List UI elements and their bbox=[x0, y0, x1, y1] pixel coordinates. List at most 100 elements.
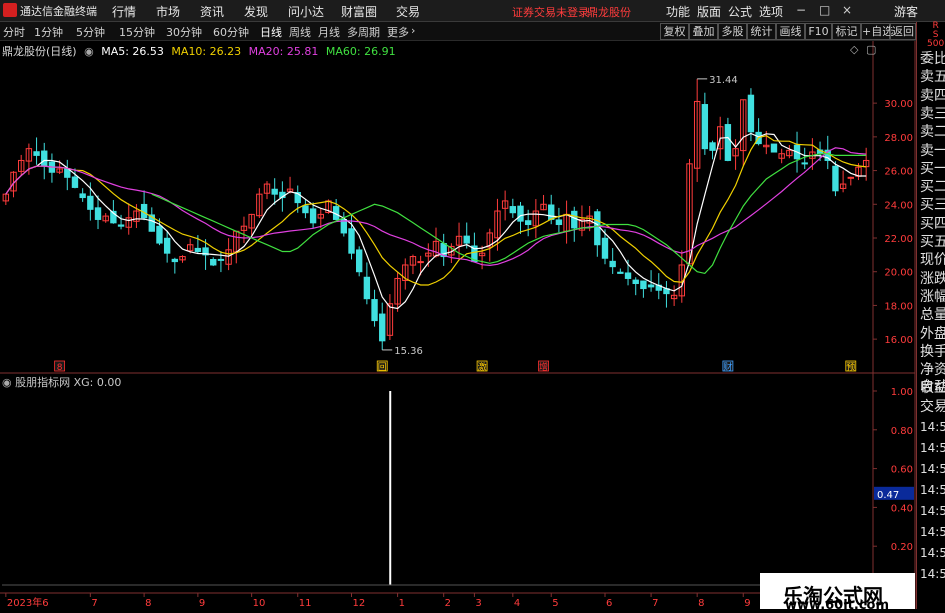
candle-body bbox=[832, 165, 839, 192]
candle-body bbox=[571, 210, 578, 229]
tick-time: 14:56 bbox=[920, 420, 945, 434]
tick-time: 14:56 bbox=[920, 567, 945, 581]
login-notice[interactable]: 证券交易未登录 bbox=[512, 4, 589, 20]
candle-body bbox=[94, 207, 102, 220]
menu-options[interactable]: 选项 bbox=[759, 3, 783, 20]
menu-market[interactable]: 市场 bbox=[156, 3, 180, 20]
overlay-button[interactable]: 叠加 bbox=[689, 23, 718, 40]
menu-wealth-circle[interactable]: 财富圈 bbox=[341, 3, 377, 20]
chart-grid bbox=[0, 41, 916, 609]
maximize-icon[interactable]: □ bbox=[819, 3, 830, 17]
indicator-value: XG: 0.00 bbox=[73, 376, 122, 389]
menu-trade[interactable]: 交易 bbox=[396, 3, 420, 20]
period-1min[interactable]: 1分钟 bbox=[34, 24, 63, 40]
period-30min[interactable]: 30分钟 bbox=[166, 24, 202, 40]
candle-body bbox=[517, 205, 524, 222]
ma-legend: 鼎龙股份(日线) ◉ MA5: 26.53 MA10: 26.23 MA20: … bbox=[2, 43, 400, 59]
multi-stock-button[interactable]: 多股 bbox=[718, 23, 747, 40]
menu-functions[interactable]: 功能 bbox=[666, 3, 690, 20]
period-timeshare[interactable]: 分时 bbox=[3, 24, 25, 40]
watermark-url: www.60lt.com bbox=[785, 598, 890, 613]
tick-time: 14:56 bbox=[920, 525, 945, 539]
period-15min[interactable]: 15分钟 bbox=[119, 24, 155, 40]
menu-news[interactable]: 资讯 bbox=[200, 3, 224, 20]
add-watchlist-button[interactable]: +自选 bbox=[861, 23, 893, 40]
mark-button[interactable]: 标记 bbox=[832, 23, 861, 40]
order-field-12: 涨跌 bbox=[920, 270, 945, 287]
candle-body bbox=[210, 259, 217, 266]
indicator-legend: ◉ 股朋指标网 XG: 0.00 bbox=[2, 374, 121, 390]
period-daily[interactable]: 日线 bbox=[260, 24, 282, 40]
statistics-button[interactable]: 统计 bbox=[747, 23, 776, 40]
candle-body bbox=[348, 228, 355, 254]
menu-formula[interactable]: 公式 bbox=[728, 3, 752, 20]
order-book-panel: 委比 卖五 卖四 卖三 卖二 卖一 买一 买二 买三 买四 买五 现价 涨跌 涨幅 总量 外盘 换手 净资 收益 自动… bbox=[916, 22, 945, 609]
auto-trade-label[interactable]: 交易 bbox=[920, 396, 945, 416]
candle-body bbox=[302, 205, 309, 214]
period-weekly[interactable]: 周线 bbox=[289, 24, 311, 40]
order-field-3: 卖三 bbox=[920, 105, 945, 122]
chevron-right-icon[interactable]: › bbox=[411, 24, 415, 37]
stock-name[interactable]: 鼎龙股份(日线) bbox=[2, 45, 77, 58]
candle-body bbox=[363, 276, 371, 300]
order-field-11: 现价 bbox=[920, 252, 945, 269]
f10-button[interactable]: F10 bbox=[805, 23, 832, 40]
draw-line-button[interactable]: 画线 bbox=[776, 23, 805, 40]
candle-body bbox=[640, 280, 647, 290]
diamond-icon[interactable]: ◇ bbox=[850, 43, 858, 56]
candle-body bbox=[117, 224, 125, 227]
order-field-5: 卖一 bbox=[920, 142, 945, 159]
price-tick-label: 30.00 bbox=[884, 99, 913, 110]
indicator-panel bbox=[2, 391, 870, 586]
price-tick-label: 26.00 bbox=[884, 167, 913, 178]
order-field-14: 总量 bbox=[920, 307, 945, 324]
candle-body bbox=[163, 237, 171, 254]
order-field-0: 委比 bbox=[920, 51, 945, 67]
order-field-13: 涨幅 bbox=[920, 288, 945, 305]
low-label: 15.36 bbox=[394, 346, 423, 357]
menu-ask-xiaoda[interactable]: 问小达 bbox=[288, 3, 324, 20]
candle-body bbox=[79, 193, 86, 199]
date-label: 12 bbox=[353, 598, 366, 609]
close-icon[interactable]: × bbox=[842, 3, 852, 17]
candle-body bbox=[609, 260, 616, 268]
tick-time: 14:56 bbox=[920, 462, 945, 476]
candle-body bbox=[555, 219, 563, 226]
menu-discover[interactable]: 发现 bbox=[244, 3, 268, 20]
candle-body bbox=[41, 150, 48, 167]
menu-layout[interactable]: 版面 bbox=[697, 3, 721, 20]
order-field-8: 买三 bbox=[920, 197, 945, 214]
settings-icon[interactable]: ◉ bbox=[84, 45, 94, 58]
order-field-16: 换手 bbox=[920, 343, 945, 360]
sub-tick-label: 0.60 bbox=[891, 465, 913, 476]
auto-trade-label[interactable]: 自动 bbox=[920, 376, 945, 396]
date-label: 5 bbox=[552, 598, 558, 609]
menu-bar: 通达信金融终端 行情 市场 资讯 发现 问小达 财富圈 交易 证券交易未登录 鼎… bbox=[0, 0, 945, 22]
price-tick-label: 24.00 bbox=[884, 200, 913, 211]
candle-body bbox=[701, 104, 709, 150]
candle-body bbox=[87, 195, 94, 210]
date-label: 2 bbox=[445, 598, 451, 609]
candle-body bbox=[747, 94, 755, 133]
date-label: 1 bbox=[399, 598, 405, 609]
menu-market-quotes[interactable]: 行情 bbox=[112, 3, 136, 20]
candlestick-chart[interactable]: 30.00 28.00 26.00 24.00 22.00 20.00 18.00 16.00… bbox=[0, 41, 945, 609]
settings-icon[interactable]: ◉ bbox=[2, 376, 12, 389]
date-label: 10 bbox=[253, 598, 266, 609]
back-button[interactable]: 返回 bbox=[890, 23, 916, 40]
period-more[interactable]: 更多 bbox=[387, 24, 409, 40]
price-tick-label: 18.00 bbox=[884, 301, 913, 312]
period-60min[interactable]: 60分钟 bbox=[213, 24, 249, 40]
period-monthly[interactable]: 月线 bbox=[318, 24, 340, 40]
candle-body bbox=[632, 279, 639, 285]
period-multi[interactable]: 多周期 bbox=[347, 24, 380, 40]
app-logo-icon bbox=[3, 3, 17, 17]
candle-body bbox=[33, 151, 40, 156]
period-5min[interactable]: 5分钟 bbox=[76, 24, 105, 40]
adjust-button[interactable]: 复权 bbox=[660, 23, 689, 40]
collapse-icon[interactable]: ▢ bbox=[866, 43, 876, 56]
minimize-icon[interactable]: − bbox=[796, 3, 806, 17]
date-label: 7 bbox=[91, 598, 97, 609]
indicator-name[interactable]: 股朋指标网 bbox=[15, 376, 70, 389]
guest-user[interactable]: 游客 bbox=[894, 3, 918, 20]
